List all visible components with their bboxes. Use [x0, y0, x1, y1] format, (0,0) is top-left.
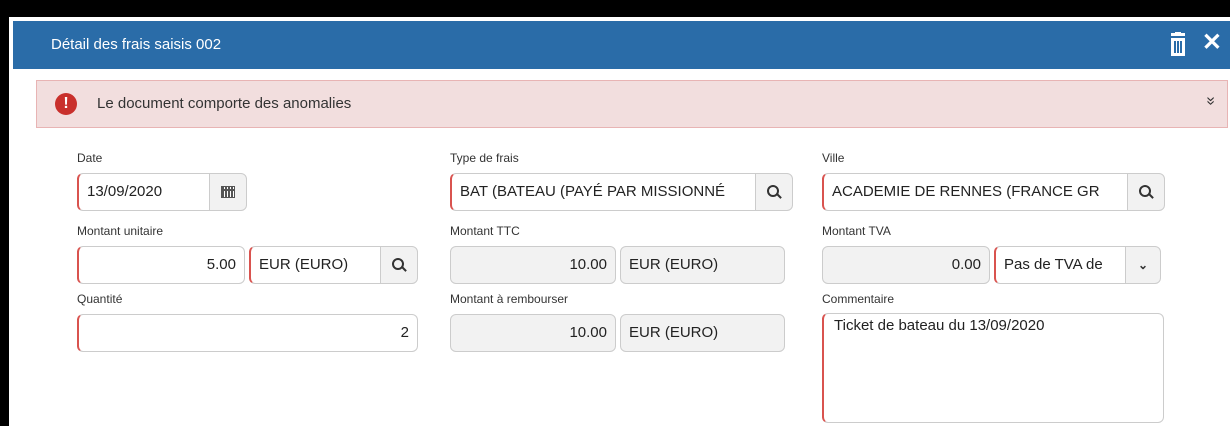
calendar-icon [221, 186, 235, 198]
quantite-label: Quantité [77, 292, 123, 306]
type-frais-input[interactable]: BAT (BATEAU (PAYÉ PAR MISSIONNÉ [450, 173, 756, 211]
montant-unitaire-currency[interactable]: EUR (EURO) [249, 246, 381, 284]
chevron-down-icon: ⌄ [1137, 258, 1149, 272]
search-icon [767, 185, 781, 199]
alert-message: Le document comporte des anomalies [97, 95, 352, 112]
search-icon [1139, 185, 1153, 199]
tva-select[interactable]: Pas de TVA de [994, 246, 1126, 284]
ville-search-button[interactable] [1127, 173, 1165, 211]
montant-rembourser-currency: EUR (EURO) [620, 314, 785, 352]
montant-unitaire-label: Montant unitaire [77, 224, 164, 238]
quantite-input[interactable]: 2 [77, 314, 418, 352]
montant-tva-label: Montant TVA [822, 224, 891, 238]
montant-unitaire-input[interactable]: 5.00 [77, 246, 245, 284]
error-icon: ! [55, 93, 77, 115]
date-label: Date [77, 151, 103, 165]
ville-label: Ville [822, 151, 845, 165]
anomalies-alert[interactable]: ! Le document comporte des anomalies » [36, 80, 1228, 128]
date-input[interactable]: 13/09/2020 [77, 173, 210, 211]
montant-rembourser-label: Montant à rembourser [450, 292, 569, 306]
trash-icon[interactable] [1168, 32, 1188, 58]
chevron-double-down-icon[interactable]: » [1202, 97, 1220, 106]
dialog-title: Détail des frais saisis 002 [51, 36, 222, 53]
currency-search-button[interactable] [380, 246, 418, 284]
dialog-header: Détail des frais saisis 002 ✕ [13, 21, 1230, 69]
type-frais-search-button[interactable] [755, 173, 793, 211]
commentaire-textarea[interactable]: Ticket de bateau du 13/09/2020 [822, 313, 1164, 423]
type-frais-label: Type de frais [450, 151, 519, 165]
tva-dropdown-button[interactable]: ⌄ [1125, 246, 1161, 284]
montant-ttc-label: Montant TTC [450, 224, 520, 238]
calendar-button[interactable] [209, 173, 247, 211]
montant-ttc-currency: EUR (EURO) [620, 246, 785, 284]
montant-ttc-value: 10.00 [450, 246, 616, 284]
search-icon [392, 258, 406, 272]
commentaire-label: Commentaire [822, 292, 895, 306]
montant-tva-value: 0.00 [822, 246, 990, 284]
montant-rembourser-value: 10.00 [450, 314, 616, 352]
close-icon[interactable]: ✕ [1202, 30, 1222, 56]
ville-input[interactable]: ACADEMIE DE RENNES (FRANCE GR [822, 173, 1128, 211]
